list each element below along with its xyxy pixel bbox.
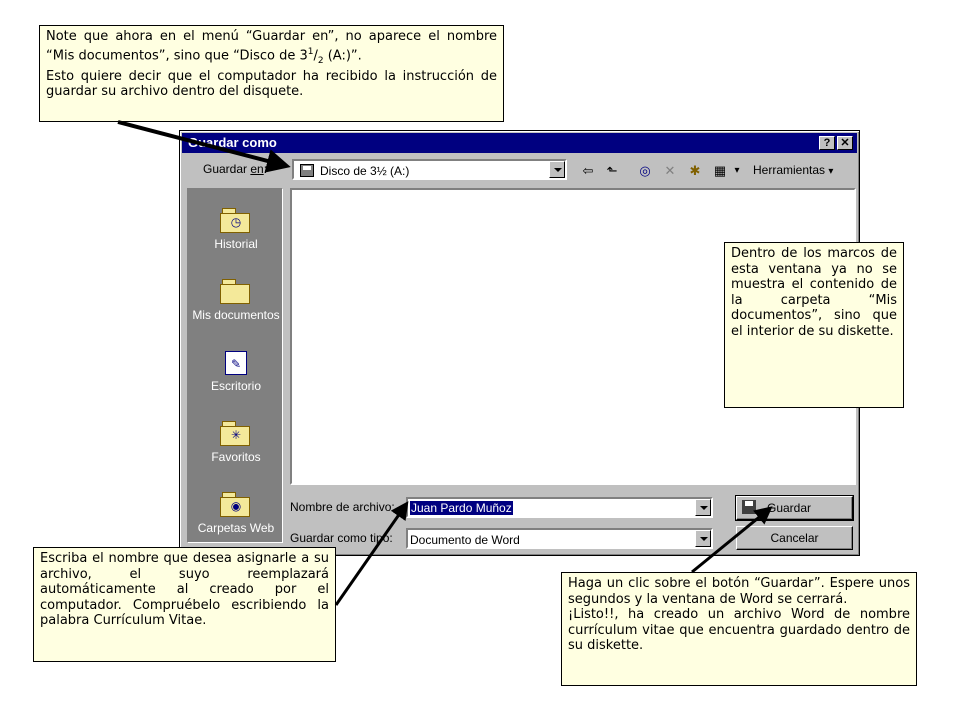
web-folders-icon: ◉ (220, 491, 252, 517)
filename-label: Nombre de archivo: (290, 500, 395, 514)
views-icon[interactable]: ▦ (710, 161, 730, 181)
save-in-value: Disco de 3½ (A:) (320, 164, 410, 178)
save-in-label-prefix: Guardar (203, 162, 251, 176)
callout-save-in-line1: Note que ahora en el menú “Guardar en”, … (46, 29, 497, 63)
chevron-down-icon[interactable] (695, 499, 711, 516)
save-button[interactable]: Guardar (735, 495, 854, 521)
callout-save-button-text-1: Haga un clic sobre el botón “Guardar”. E… (568, 576, 910, 607)
save-in-dropdown[interactable]: Disco de 3½ (A:) (292, 159, 567, 180)
favorites-icon: ✳ (220, 420, 252, 446)
save-disk-icon (742, 500, 756, 514)
place-label: Historial (214, 237, 258, 251)
callout-save-in: Note que ahora en el menú “Guardar en”, … (39, 25, 504, 122)
save-in-label: Guardar en: (203, 162, 267, 176)
place-label: Favoritos (211, 450, 261, 464)
floppy-disk-icon (300, 164, 314, 177)
tools-menu[interactable]: Herramientas ▾ (753, 163, 833, 177)
filename-value: Juan Pardo Muñoz (410, 501, 513, 515)
tools-dropdown-icon: ▾ (828, 166, 834, 177)
callout-save-in-line1-end: (A:)”. (323, 47, 362, 63)
save-button-label: Guardar (767, 501, 812, 515)
close-button[interactable]: ✕ (837, 136, 853, 150)
callout-save-in-line2: Esto quiere decir que el computador ha r… (46, 68, 497, 100)
tools-label: Herramientas (753, 163, 826, 177)
cancel-button[interactable]: Cancelar (736, 526, 853, 550)
filetype-dropdown[interactable]: Documento de Word (406, 528, 713, 549)
new-folder-icon[interactable]: ✱ (685, 161, 705, 181)
filename-input[interactable]: Juan Pardo Muñoz (406, 497, 713, 518)
views-dropdown-icon[interactable]: ▾ (732, 161, 742, 181)
chevron-down-icon[interactable] (549, 161, 565, 178)
callout-file-area: Dentro de los marcos de esta ventana ya … (724, 242, 904, 408)
callout-filename: Escriba el nombre que desea asignarle a … (33, 547, 336, 662)
dialog-title: Guardar como (188, 135, 277, 150)
title-bar[interactable]: Guardar como ? ✕ (182, 133, 857, 153)
save-in-label-suffix: : (263, 162, 268, 176)
filetype-label: Guardar como tipo: (290, 531, 393, 545)
callout-save-in-text: Note que ahora en el menú “Guardar en”, … (46, 29, 497, 69)
help-button[interactable]: ? (819, 136, 835, 150)
search-web-icon[interactable]: ◎ (635, 161, 655, 181)
desktop-icon: ✎ (220, 349, 252, 375)
my-documents-icon (220, 278, 252, 304)
place-desktop[interactable]: ✎ Escritorio (188, 341, 284, 407)
delete-icon[interactable]: ✕ (660, 161, 680, 181)
place-label: Escritorio (210, 379, 261, 393)
place-web-folders[interactable]: ◉ Carpetas Web (188, 483, 284, 549)
callout-save-button-text-2: ¡Listo!!, ha creado un archivo Word de n… (568, 607, 910, 653)
up-folder-icon[interactable]: ⬑ (602, 161, 622, 181)
places-bar: ◷ Historial Mis documentos ✎ Escritorio … (187, 188, 283, 543)
place-label: Carpetas Web (197, 521, 275, 535)
filetype-value: Documento de Word (410, 533, 520, 547)
history-icon: ◷ (220, 207, 252, 233)
chevron-down-icon[interactable] (695, 530, 711, 547)
place-label: Mis documentos (192, 308, 280, 322)
callout-save-button: Haga un clic sobre el botón “Guardar”. E… (561, 572, 917, 686)
place-favorites[interactable]: ✳ Favoritos (188, 412, 284, 478)
back-icon[interactable]: ⇦ (578, 161, 598, 181)
place-history[interactable]: ◷ Historial (188, 199, 284, 265)
save-in-label-accel: en (250, 162, 264, 176)
place-my-documents[interactable]: Mis documentos (188, 270, 284, 336)
